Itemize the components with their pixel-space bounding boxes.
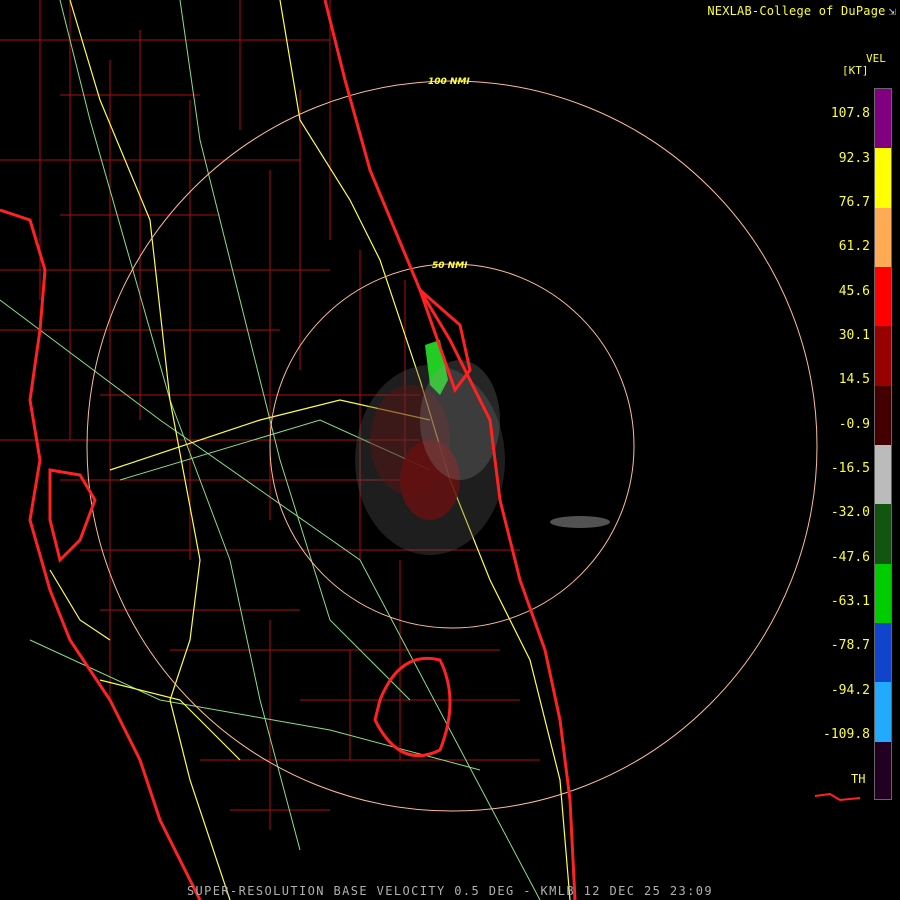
legend-color-segment (875, 444, 891, 505)
legend-color-segment (875, 563, 891, 623)
credit-text: NEXLAB-College of DuPage ⇲ (707, 4, 896, 18)
legend-color-segment (875, 741, 891, 799)
ring-label-100: 100 NMI (428, 77, 470, 87)
legend-tick-11: -63.1 (830, 594, 870, 609)
legend-color-segment (875, 207, 891, 267)
legend-tick-8: -16.5 (830, 461, 870, 476)
legend-tick-1: 92.3 (838, 151, 870, 166)
legend-tick-0: 107.8 (830, 106, 870, 121)
legend-tick-10: -47.6 (830, 550, 870, 565)
radar-map[interactable]: 50 NMI 100 NMI (0, 0, 900, 900)
resize-corner-icon: ⇲ (888, 4, 896, 18)
legend-tick-9: -32.0 (830, 505, 870, 520)
legend-color-segment (875, 504, 891, 564)
ring-label-50: 50 NMI (432, 261, 468, 271)
legend-tick-13: -94.2 (830, 683, 870, 698)
velocity-color-scale (874, 88, 892, 800)
legend-tick-7: -0.9 (838, 417, 870, 432)
product-label: SUPER-RESOLUTION BASE VELOCITY 0.5 DEG -… (186, 884, 714, 898)
legend-color-segment (875, 148, 891, 208)
legend-tick-6: 14.5 (838, 372, 870, 387)
legend-color-segment (875, 622, 891, 683)
legend-tick-12: -78.7 (830, 638, 870, 653)
legend-tick-3: 61.2 (838, 239, 870, 254)
legend-variable: VEL (866, 52, 886, 65)
legend-th-label: TH (851, 772, 866, 786)
radar-returns (355, 340, 610, 555)
legend-color-segment (875, 385, 891, 445)
legend-color-segment (875, 266, 891, 327)
legend-tick-2: 76.7 (838, 195, 870, 210)
legend-tick-14: -109.8 (823, 727, 870, 742)
legend-unit: [KT] (842, 64, 869, 77)
legend-color-segment (875, 89, 891, 149)
legend-tick-5: 30.1 (838, 328, 870, 343)
legend-color-segment (875, 682, 891, 742)
legend-tick-4: 45.6 (838, 284, 870, 299)
legend-color-segment (875, 326, 891, 386)
